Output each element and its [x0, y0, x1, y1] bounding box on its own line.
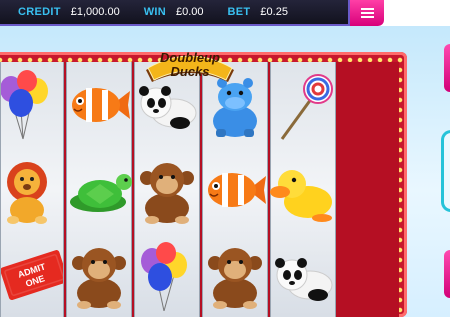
- reel-4: [202, 62, 268, 317]
- game-logo: Doubleup Ducks: [140, 40, 240, 88]
- reel-1: ADMIT ONE: [0, 62, 64, 317]
- balance-bar: CREDIT £1,000.00 WIN £0.00 BET £0.25: [0, 0, 350, 26]
- logo-line-1: Doubleup: [160, 50, 220, 65]
- credit-label: CREDIT: [18, 6, 61, 18]
- monkey-toy-icon: [66, 238, 132, 312]
- reel-2: [66, 62, 132, 317]
- balloons-icon: [0, 68, 65, 142]
- monkey-toy-icon: [202, 238, 268, 312]
- lollipop-icon: [270, 68, 336, 142]
- clownfish-icon: [66, 68, 132, 142]
- bet-label: BET: [227, 6, 251, 18]
- duck-toy-icon: [270, 153, 336, 227]
- turtle-toy-icon: [66, 153, 132, 227]
- hamburger-menu-icon: [360, 8, 374, 18]
- top-bar: CREDIT £1,000.00 WIN £0.00 BET £0.25: [0, 0, 450, 26]
- win-label: WIN: [143, 6, 166, 18]
- admit-one-ticket-icon: ADMIT ONE: [0, 238, 65, 312]
- menu-button[interactable]: [350, 0, 384, 26]
- reel-area: ADMIT ONE: [0, 62, 399, 317]
- spin-button[interactable]: [441, 130, 450, 212]
- side-button-top[interactable]: [444, 44, 450, 92]
- win-value: £0.00: [175, 6, 204, 18]
- reel-3: [134, 62, 200, 317]
- reel-5: [270, 62, 336, 317]
- logo-line-2: Ducks: [170, 64, 209, 79]
- clownfish-icon: [202, 153, 268, 227]
- lion-toy-icon: [0, 153, 65, 227]
- credit-value: £1,000.00: [70, 6, 120, 18]
- panda-toy-icon: [270, 238, 336, 312]
- balloons-icon: [134, 238, 200, 312]
- bet-value: £0.25: [260, 6, 288, 18]
- monkey-toy-icon: [134, 153, 200, 227]
- side-button-bottom[interactable]: [444, 250, 450, 298]
